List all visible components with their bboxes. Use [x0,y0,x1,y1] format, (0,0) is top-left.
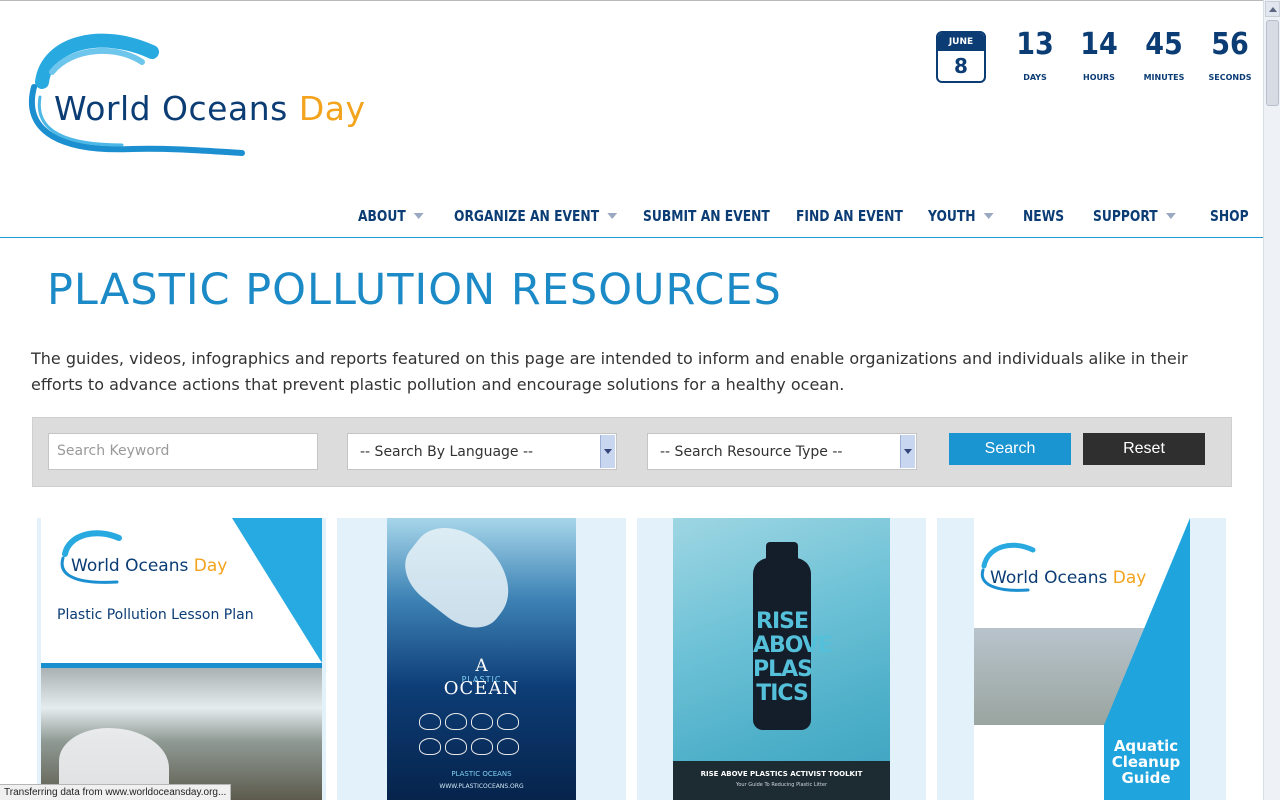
countdown-seconds-value: 56 [1211,27,1249,62]
nav-item-about[interactable]: ABOUT [358,203,424,229]
search-keyword-input[interactable]: Search Keyword [48,433,318,470]
calendar-month: JUNE [938,33,984,51]
nav-label: SHOP [1210,207,1249,225]
countdown-minutes-value: 45 [1145,27,1183,62]
laurel-icon [497,738,519,755]
logo-word-accent: Day [298,89,366,128]
nav-divider [0,237,1263,238]
whale-image [392,518,528,642]
nav-label: YOUTH [928,207,976,225]
language-select[interactable]: -- Search By Language -- [347,433,617,470]
nav-item-news[interactable]: NEWS [1023,203,1064,229]
laurel-icon [471,713,493,730]
laurel-icon [471,738,493,755]
resource-thumbnail[interactable]: World Oceans Day Plastic Pollution Lesso… [41,518,322,800]
countdown-days-value: 13 [1016,27,1054,62]
resource-card-plastic-ocean[interactable]: A PLASTIC OCEAN PLASTIC OCEANS WWW.PLAST… [337,518,626,800]
nav-label: SUPPORT [1093,207,1158,225]
decorative-shape [1104,518,1190,725]
chevron-down-icon [413,213,424,219]
calendar-day: 8 [954,54,968,78]
site-logo[interactable]: World Oceans Day [22,27,392,162]
resource-card-lesson-plan[interactable]: World Oceans Day Plastic Pollution Lesso… [37,518,326,800]
resource-thumbnail[interactable]: World Oceans Day Aquatic Cleanup Guide [974,518,1190,800]
main-nav: ABOUT ORGANIZE AN EVENT SUBMIT AN EVENT … [350,203,1255,231]
laurel-icon [419,713,441,730]
intro-text: The guides, videos, infographics and rep… [31,349,1188,394]
countdown-days: 13 DAYS [1003,27,1067,82]
nav-item-youth[interactable]: YOUTH [928,203,994,229]
chevron-down-icon [983,213,994,219]
decorative-shape [232,518,322,663]
countdown-hours: 14 HOURS [1067,27,1131,82]
countdown-days-label: DAYS [1023,73,1047,82]
logo-word-primary: World Oceans [990,568,1108,588]
card-footer [673,761,890,800]
resource-filter-bar: Search Keyword -- Search By Language -- … [32,417,1232,487]
nav-label: FIND AN EVENT [796,207,903,225]
nav-label: SUBMIT AN EVENT [643,207,770,225]
poster-title-ocean: OCEAN [443,678,520,699]
card-logo-wordmark: World Oceans Day [71,556,227,576]
card-title: Aquatic Cleanup Guide [1111,737,1181,787]
card-title: Plastic Pollution Lesson Plan [57,607,254,623]
calendar-icon: JUNE 8 [936,31,986,83]
logo-word-primary: World Oceans [71,556,189,576]
card-footer-title: RISE ABOVE PLASTICS ACTIVIST TOOLKIT [700,770,863,778]
resource-type-select-value: -- Search Resource Type -- [660,444,843,460]
poster-title-a: A [475,656,488,676]
search-button[interactable]: Search [949,433,1071,465]
countdown-seconds: 56 SECONDS [1198,27,1262,82]
nav-item-shop[interactable]: SHOP [1210,203,1249,229]
chevron-down-icon [1165,213,1176,219]
resource-card-aquatic-cleanup[interactable]: World Oceans Day Aquatic Cleanup Guide [937,518,1226,800]
nav-label: ABOUT [358,207,406,225]
reset-button[interactable]: Reset [1083,433,1205,465]
page: World Oceans Day JUNE 8 13 DAYS 14 HOURS… [0,0,1263,800]
page-title: PLASTIC POLLUTION RESOURCES [47,265,782,315]
nav-item-find-an-event[interactable]: FIND AN EVENT [796,203,903,229]
card-logo-wordmark: World Oceans Day [990,568,1146,588]
event-countdown: JUNE 8 13 DAYS 14 HOURS 45 MINUTES 56 SE… [936,27,1256,97]
countdown-hours-label: HOURS [1083,73,1115,82]
language-select-value: -- Search By Language -- [360,444,534,460]
poster-url: WWW.PLASTICOCEANS.ORG [439,783,524,790]
countdown-seconds-label: SECONDS [1208,73,1252,82]
resource-card-rise-above-plastics[interactable]: RISE ABOVE PLAS TICS RISE ABOVE PLASTICS… [637,518,926,800]
award-laurels [417,711,547,761]
logo-word-accent: Day [193,556,228,576]
nav-label: ORGANIZE AN EVENT [454,207,600,225]
poster-brand: PLASTIC OCEANS [451,770,512,778]
countdown-minutes-label: MINUTES [1143,73,1185,82]
nav-label: NEWS [1023,207,1065,225]
laurel-icon [445,738,467,755]
nav-item-organize-an-event[interactable]: ORGANIZE AN EVENT [454,203,618,229]
dropdown-arrow-icon[interactable] [600,435,615,468]
vertical-scrollbar[interactable] [1263,0,1280,800]
laurel-icon [497,713,519,730]
chevron-down-icon [607,213,618,219]
laurel-icon [419,738,441,755]
resource-thumbnail[interactable]: A PLASTIC OCEAN PLASTIC OCEANS WWW.PLAST… [387,518,576,800]
logo-word-primary: World Oceans [54,89,288,128]
resource-type-select[interactable]: -- Search Resource Type -- [647,433,917,470]
card-footer-subtitle: Your Guide To Reducing Plastic Litter [735,782,828,788]
scroll-up-arrow-icon[interactable] [1265,1,1280,17]
browser-status-bar: Transferring data from www.worldoceansda… [0,784,232,800]
logo-wordmark: World Oceans Day [54,89,365,128]
dropdown-arrow-icon[interactable] [900,435,915,468]
nav-item-submit-an-event[interactable]: SUBMIT AN EVENT [643,203,770,229]
countdown-hours-value: 14 [1080,27,1118,62]
scroll-thumb[interactable] [1266,20,1279,106]
logo-word-accent: Day [1112,568,1147,588]
resource-thumbnail[interactable]: RISE ABOVE PLAS TICS RISE ABOVE PLASTICS… [673,518,890,800]
nav-item-support[interactable]: SUPPORT [1093,203,1176,229]
laurel-icon [445,713,467,730]
countdown-minutes: 45 MINUTES [1132,27,1196,82]
bottle-text: RISE ABOVE PLAS TICS [753,609,833,706]
